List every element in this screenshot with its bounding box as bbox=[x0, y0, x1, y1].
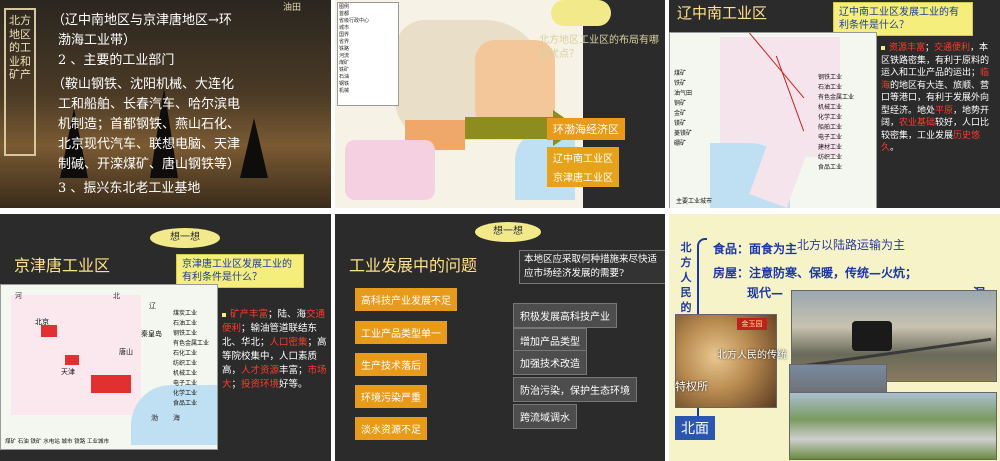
left-legend: 煤矿 铁矿 油气田 铜矿 金矿 镁矿 菱镁矿 硼矿 bbox=[674, 70, 693, 147]
problem-item: 淡水资源不足 bbox=[355, 417, 427, 440]
slide-thumbnail-grid: 油田 北方地区的工业和矿产 （辽中南地区与京津唐地区→环 渤海工业带） 2 、主… bbox=[0, 0, 1000, 461]
section-heading: 2 、主要的工业部门 bbox=[58, 53, 175, 68]
house-line: 房屋：注意防寒、保暖，传统—火炕； bbox=[713, 266, 918, 280]
measure-item: 跨流域调水 bbox=[513, 404, 577, 429]
conditions-text: 资源丰富；交通便利，本区铁路密集，有利于原料的运入和工业产品的运出；临海的地区有… bbox=[881, 43, 990, 153]
bottom-label: 北面 bbox=[675, 416, 715, 440]
vertical-section-label: 北方地区的工业和矿产 bbox=[4, 8, 36, 156]
question-box: 京津唐工业区发展工业的有利条件是什么？ bbox=[176, 254, 304, 288]
food-sign: 金玉园 bbox=[737, 318, 767, 330]
think-cloud bbox=[551, 0, 611, 26]
problem-item: 生产技术落后 bbox=[355, 353, 427, 376]
slide-4-jingjintang[interactable]: 想一想 京津唐工业区 京津唐工业区发展工业的有利条件是什么？ 河 北 辽 北京 … bbox=[0, 214, 331, 461]
food-line: 食品：面食为主 bbox=[713, 242, 798, 256]
think-cloud: 想一想 bbox=[150, 228, 220, 248]
measure-item: 防治污染，保护生态环境 bbox=[513, 377, 637, 402]
arrow-shape bbox=[465, 117, 555, 139]
text-line: 机制造；首都钢铁、燕山石化、 bbox=[58, 117, 241, 132]
slide-2-layout-map[interactable]: 图例 首都 省级行政中心 城市 国界 省界 铁路 河流 煤矿 铁矿 石油 钢铁 机械 北方地区工业区的布… bbox=[335, 0, 665, 208]
slide-title: 工业发展中的问题 bbox=[349, 256, 478, 275]
text-line: 工和船舶、长春汽车、哈尔滨电 bbox=[58, 97, 241, 112]
jingjintang-box: 京津唐工业区 bbox=[547, 166, 619, 187]
house-line-2: 现代— bbox=[747, 286, 784, 300]
problem-item: 工业产品类型单一 bbox=[355, 321, 447, 344]
text-line: （辽中南地区与京津唐地区→环 bbox=[52, 13, 232, 28]
oil-derrick-silhouette bbox=[240, 118, 268, 178]
measure-item: 加强技术改造 bbox=[513, 350, 587, 375]
section-heading: 3 、振兴东北老工业基地 bbox=[58, 181, 201, 196]
text-line: 制碱、开滦煤矿、唐山钢铁等） bbox=[58, 157, 241, 172]
bohai-economic-zone-label: 环渤海经济区 bbox=[547, 118, 625, 140]
problem-item: 环境污染严重 bbox=[355, 385, 427, 408]
question-box: 辽中南工业区发展工业的有利条件是什么？ bbox=[833, 2, 973, 36]
slide-title: 京津唐工业区 bbox=[14, 256, 111, 275]
jingjintang-map: 河 北 辽 北京 天津 渤 海 唐山 秦皇岛 煤炭工业 石油工业 钢铁工业 有色… bbox=[0, 284, 218, 450]
layout-question: 北方地区工业区的布局有哪些优点？ bbox=[539, 35, 659, 60]
highway-photo bbox=[789, 392, 997, 460]
text-line: 渤海工业带） bbox=[58, 33, 137, 48]
slide-3-liaozhongnan[interactable]: 辽中南工业区 辽中南工业区发展工业的有利条件是什么？ 煤矿 铁矿 油气田 铜矿 … bbox=[669, 0, 1000, 208]
slide-5-problems[interactable]: 想一想 工业发展中的问题 本地区应采取何种措施来尽快适应市场经济发展的需要? 高… bbox=[335, 214, 665, 461]
text-line: 北京现代汽车、联想电脑、天津 bbox=[58, 137, 241, 152]
question-box: 本地区应采取何种措施来尽快适应市场经济发展的需要? bbox=[519, 250, 665, 284]
map-legend: 煤炭工业 石油工业 钢铁工业 有色金属工业 石化工业 纺织工业 机械工业 电子工… bbox=[173, 310, 210, 407]
think-cloud: 想一想 bbox=[475, 222, 541, 242]
slide-title: 辽中南工业区 bbox=[677, 4, 768, 22]
photo-caption: 油田 bbox=[282, 3, 301, 13]
conditions-text: 矿产丰富；陆、海交通便利；输油管道联结东北、华北；人口密集；高等院校集中，人口素… bbox=[222, 309, 327, 390]
slide-1-northern-industry[interactable]: 油田 北方地区的工业和矿产 （辽中南地区与京津唐地区→环 渤海工业带） 2 、主… bbox=[0, 0, 331, 208]
overlap-caption-2: 特权所 bbox=[675, 380, 708, 393]
problem-item: 高科技产业发展不足 bbox=[355, 288, 457, 311]
right-legend: 钢铁工业 石油工业 有色金属工业 机械工业 化学工业 船舶工业 电子工业 建材工… bbox=[818, 74, 855, 171]
text-line: （鞍山钢铁、沈阳机械、大连化 bbox=[52, 77, 235, 92]
transport-line: 北方以陆路运输为主 bbox=[797, 238, 906, 252]
liaozhongnan-map: 煤矿 铁矿 油气田 铜矿 金矿 镁矿 菱镁矿 硼矿 钢铁工业 石油工业 有色金属… bbox=[669, 32, 877, 208]
overlap-caption: 北方人民的传统 bbox=[717, 350, 787, 361]
northern-china-map: 图例 首都 省级行政中心 城市 国界 省界 铁路 河流 煤矿 铁矿 石油 钢铁 机械 bbox=[335, 0, 583, 208]
measure-item: 积极发展高科技产业 bbox=[513, 303, 617, 328]
slide-6-northern-life[interactable]: 北方人民的生 食品：面食为主 北方以陆路运输为主 房屋：注意防寒、保暖，传统—火… bbox=[669, 214, 1000, 461]
liaozhongnan-box: 辽中南工业区 bbox=[547, 147, 619, 168]
